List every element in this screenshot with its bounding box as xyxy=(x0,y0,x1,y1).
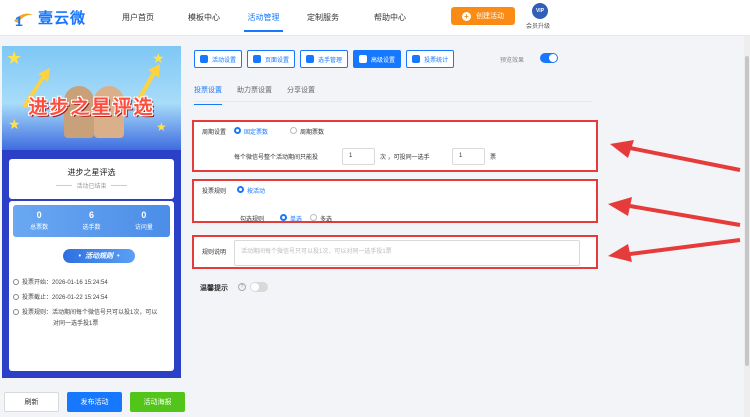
warm-tip-toggle[interactable] xyxy=(250,282,268,292)
advanced-settings-button[interactable]: 高级设置 xyxy=(353,50,402,68)
banner-title: 进步之星评选 xyxy=(28,97,155,118)
periodic-votes-label[interactable]: 周期票数 xyxy=(300,127,324,136)
period-sentence-suffix: 票 xyxy=(490,155,497,161)
main-nav: 用户首页 模板中心 活动管理 定制服务 帮助中心 xyxy=(114,0,409,36)
poster-button[interactable]: 活动海报 xyxy=(130,392,185,412)
vote-rule-line: 投票规则：活动期间每个微信号只可以投1次，可以 xyxy=(13,309,157,318)
nav-item-custom[interactable]: 定制服务 xyxy=(304,0,342,36)
votes-same-contestant-input[interactable]: 1 xyxy=(452,148,485,165)
by-activity-label[interactable]: 按活动 xyxy=(247,186,265,195)
top-navbar: 1 壹云微 用户首页 模板中心 活动管理 定制服务 帮助中心 + 创建活动 VI… xyxy=(0,0,750,36)
tab-boost-settings[interactable]: 助力票设置 xyxy=(237,84,272,101)
vote-rule-label: 投票规则 xyxy=(202,189,227,195)
period-label: 周期设置 xyxy=(202,130,227,136)
vote-end-line: 投票截止：2026-01-22 15:24:54 xyxy=(13,294,108,303)
svg-text:1: 1 xyxy=(15,13,23,28)
rule-description-label: 规则说明 xyxy=(202,250,227,256)
page-settings-button[interactable]: 页面设置 xyxy=(247,50,296,68)
fixed-votes-radio[interactable] xyxy=(234,127,241,134)
settings-toolbar: 活动设置 页面设置 选手管理 高级设置 投票统计 xyxy=(194,50,459,68)
votes-per-user-input[interactable]: 1 xyxy=(342,148,375,165)
single-choice-label[interactable]: 单选 xyxy=(290,214,302,223)
annotation-arrows-icon xyxy=(608,140,741,262)
clock-icon xyxy=(13,309,19,315)
stat-total-votes: 0 总票数 xyxy=(30,210,49,231)
rule-description-textarea[interactable]: 活动期间每个微信号只可以投1次，可以对同一选手投1票 xyxy=(234,240,580,266)
nav-item-help[interactable]: 帮助中心 xyxy=(371,0,409,36)
period-sentence-mid: 次 ，可投同一选手 xyxy=(380,155,430,161)
event-status: 活动已结束 xyxy=(9,181,174,190)
clock-icon xyxy=(13,294,19,300)
contestant-manage-button[interactable]: 选手管理 xyxy=(300,50,349,68)
preview-effect-toggle[interactable] xyxy=(540,53,558,63)
warm-tip-label: 温馨提示 xyxy=(200,285,228,292)
page-icon xyxy=(253,55,262,63)
fixed-votes-label[interactable]: 固定票数 xyxy=(244,127,268,136)
preview-actions: 刷新 发布活动 活动海报 xyxy=(0,392,190,414)
vote-rule-line-2: 对同一选手投1票 xyxy=(53,321,99,327)
event-title: 进步之星评选 xyxy=(67,168,116,177)
nav-item-activity[interactable]: 活动管理 xyxy=(244,0,283,36)
event-title-card: 进步之星评选 活动已结束 xyxy=(9,159,174,199)
period-settings-section: 周期设置 固定票数 周期票数 每个微信号整个活动期间只能投 1 次 ，可投同一选… xyxy=(192,120,598,172)
single-choice-radio[interactable] xyxy=(280,214,287,221)
bar-chart-icon xyxy=(412,55,421,63)
stats-band: 0 总票数 6 选手数 0 访问量 xyxy=(13,205,170,237)
vote-start-line: 投票开始：2026-01-16 15:24:54 xyxy=(13,279,108,288)
nav-item-home[interactable]: 用户首页 xyxy=(114,0,162,36)
mobile-preview: ★ ★ ★ ★ 进步之星评选 进步之星评选 活动已结束 0 总票数 6 选手数 … xyxy=(2,46,181,378)
nav-item-templates[interactable]: 模板中心 xyxy=(185,0,223,36)
logo-text: 壹云微 xyxy=(38,9,87,27)
gear-icon xyxy=(200,55,208,63)
multi-choice-radio[interactable] xyxy=(310,214,317,221)
activity-rules-button[interactable]: 活动规则 xyxy=(63,249,135,263)
create-activity-label: 创建活动 xyxy=(476,13,504,20)
period-sentence-prefix: 每个微信号整个活动期间只能投 xyxy=(234,155,319,161)
vote-rule-section: 投票规则 按活动 勾选规则 单选 多选 xyxy=(192,179,598,223)
by-activity-radio[interactable] xyxy=(237,186,244,193)
stat-contestants: 6 选手数 xyxy=(82,210,101,231)
vote-stats-button[interactable]: 投票统计 xyxy=(406,50,455,68)
publish-button[interactable]: 发布活动 xyxy=(67,392,122,412)
preview-effect-label: 预览效果 xyxy=(500,58,525,64)
rule-description-section: 规则说明 活动期间每个微信号只可以投1次，可以对同一选手投1票 xyxy=(192,235,598,269)
vip-upgrade[interactable]: VIP 会员升级 xyxy=(526,3,552,30)
vip-label: 会员升级 xyxy=(525,24,550,30)
vip-badge-icon: VIP xyxy=(532,3,548,19)
periodic-votes-radio[interactable] xyxy=(290,127,297,134)
check-rule-label: 勾选规则 xyxy=(240,217,265,223)
clock-icon xyxy=(13,279,19,285)
users-icon xyxy=(306,55,315,63)
logo[interactable]: 1 壹云微 xyxy=(12,6,87,29)
banner-image: ★ ★ ★ ★ 进步之星评选 xyxy=(2,46,181,150)
tab-vote-settings[interactable]: 投票设置 xyxy=(194,84,222,105)
create-activity-button[interactable]: + 创建活动 xyxy=(451,7,515,25)
help-icon[interactable]: ? xyxy=(238,283,246,291)
sliders-icon xyxy=(359,55,368,63)
refresh-button[interactable]: 刷新 xyxy=(4,392,59,412)
plus-icon: + xyxy=(462,11,471,21)
logo-icon: 1 xyxy=(12,6,34,29)
activity-settings-button[interactable]: 活动设置 xyxy=(194,50,243,68)
subtabs: 投票设置 助力票设置 分享设置 xyxy=(194,84,592,105)
multi-choice-label[interactable]: 多选 xyxy=(320,214,332,223)
info-card: 投票开始：2026-01-16 15:24:54 投票截止：2026-01-22… xyxy=(9,271,174,371)
stat-visits: 0 访问量 xyxy=(134,210,153,231)
tab-share-settings[interactable]: 分享设置 xyxy=(287,84,315,101)
